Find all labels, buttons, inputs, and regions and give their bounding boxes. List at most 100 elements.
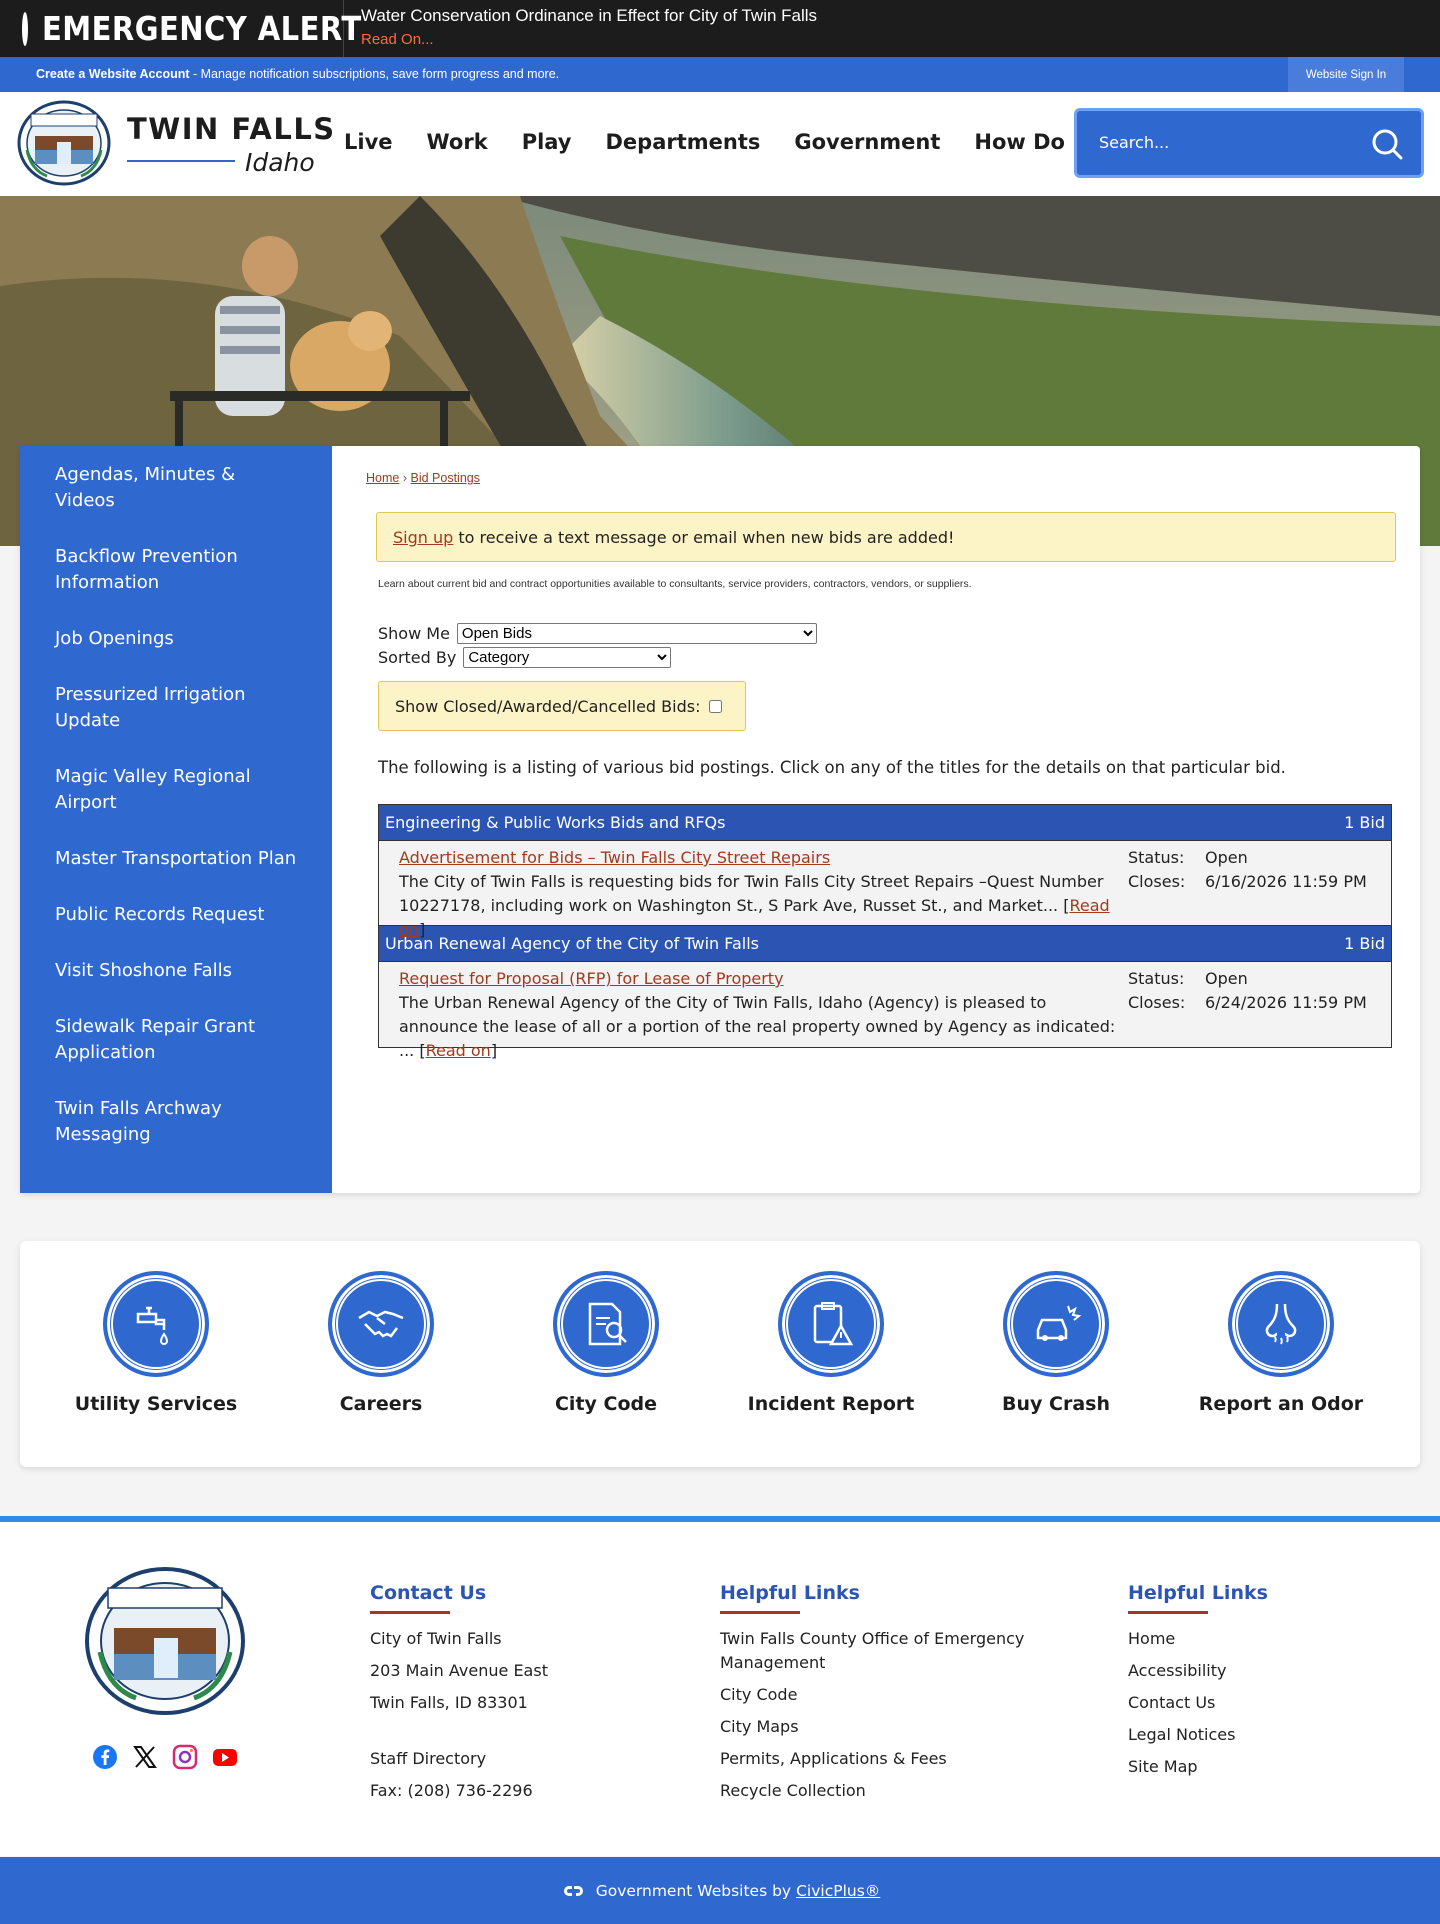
footer-link-accessibility[interactable]: Accessibility bbox=[1128, 1659, 1268, 1683]
footer-link[interactable]: Recycle Collection bbox=[720, 1779, 1060, 1803]
bid-summary-bracket: ] bbox=[490, 1041, 498, 1060]
emergency-alert-bar: EMERGENCY ALERT Water Conservation Ordin… bbox=[0, 0, 1440, 57]
search-icon[interactable] bbox=[1371, 128, 1403, 160]
show-closed-checkbox[interactable] bbox=[709, 699, 723, 713]
show-me-select[interactable]: Open Bids bbox=[456, 623, 817, 644]
sidebar-item-sidewalk-grant[interactable]: Sidewalk Repair Grant Application bbox=[20, 1014, 332, 1066]
bid-title-link[interactable]: Advertisement for Bids – Twin Falls City… bbox=[399, 846, 1129, 870]
brand-underline bbox=[127, 160, 235, 162]
quick-link-label: City Code bbox=[554, 1393, 658, 1415]
sidebar-item-job-openings[interactable]: Job Openings bbox=[20, 626, 332, 652]
signup-notice-text: to receive a text message or email when … bbox=[453, 528, 955, 547]
x-icon[interactable] bbox=[132, 1744, 158, 1770]
show-me-row: Show Me Open Bids bbox=[378, 623, 817, 644]
nav-government[interactable]: Government bbox=[794, 130, 940, 154]
credit-text: Government Websites by bbox=[595, 1881, 792, 1900]
bid-summary-bracket: ] bbox=[418, 920, 426, 939]
nav-departments[interactable]: Departments bbox=[606, 130, 761, 154]
nav-play[interactable]: Play bbox=[522, 130, 572, 154]
quick-link-careers[interactable]: Careers bbox=[271, 1271, 491, 1415]
footer-contact-line: City of Twin Falls bbox=[370, 1629, 502, 1648]
sidebar-item-airport[interactable]: Magic Valley Regional Airport bbox=[20, 764, 332, 816]
sidebar-item-agendas[interactable]: Agendas, Minutes & Videos bbox=[20, 462, 332, 514]
quick-link-buy-crash[interactable]: Buy Crash bbox=[946, 1271, 1166, 1415]
main-content-card: Agendas, Minutes & Videos Backflow Preve… bbox=[20, 446, 1420, 1193]
quick-link-label: Incident Report bbox=[747, 1393, 915, 1415]
quick-link-label: Careers bbox=[339, 1393, 423, 1415]
show-closed-label: Show Closed/Awarded/Cancelled Bids: bbox=[395, 696, 701, 716]
sidebar-item-public-records[interactable]: Public Records Request bbox=[20, 902, 332, 928]
breadcrumb-bid-postings[interactable]: Bid Postings bbox=[410, 471, 479, 485]
sidebar-item-transportation[interactable]: Master Transportation Plan bbox=[20, 846, 332, 872]
quick-link-city-code[interactable]: City Code bbox=[496, 1271, 716, 1415]
brand-wordmark[interactable]: TWIN FALLS Idaho bbox=[127, 112, 336, 177]
site-footer: Contact Us City of Twin Falls 203 Main A… bbox=[0, 1516, 1440, 1856]
social-links bbox=[92, 1744, 252, 1770]
instagram-icon[interactable] bbox=[172, 1744, 198, 1770]
sidebar-item-shoshone-falls[interactable]: Visit Shoshone Falls bbox=[20, 958, 332, 984]
youtube-icon[interactable] bbox=[212, 1744, 238, 1770]
sidebar-item-irrigation[interactable]: Pressurized Irrigation Update bbox=[20, 682, 332, 734]
listing-intro: The following is a listing of various bi… bbox=[378, 758, 1286, 777]
alert-read-on-link[interactable]: Read On... bbox=[361, 31, 434, 48]
account-description: - Manage notification subscriptions, sav… bbox=[189, 67, 560, 81]
show-closed-box: Show Closed/Awarded/Cancelled Bids: bbox=[378, 681, 746, 731]
footer-link-contact-us[interactable]: Contact Us bbox=[1128, 1691, 1268, 1715]
nav-work[interactable]: Work bbox=[427, 130, 488, 154]
bid-summary: The City of Twin Falls is requesting bid… bbox=[399, 870, 1129, 942]
closes-value: 6/16/2026 11:59 PM bbox=[1205, 872, 1367, 891]
footer-heading-rule bbox=[1128, 1611, 1208, 1614]
search-box bbox=[1074, 108, 1424, 178]
quick-link-utility-services[interactable]: Utility Services bbox=[46, 1271, 266, 1415]
civicplus-credit-bar: Government Websites by CivicPlus® bbox=[0, 1857, 1440, 1924]
website-sign-in-button[interactable]: Website Sign In bbox=[1288, 57, 1404, 92]
footer-link[interactable]: Twin Falls County Office of Emergency Ma… bbox=[720, 1627, 1060, 1675]
breadcrumb: Home › Bid Postings bbox=[366, 471, 480, 485]
sidebar-item-backflow[interactable]: Backflow Prevention Information bbox=[20, 544, 332, 596]
footer-fax: Fax: (208) 736-2296 bbox=[370, 1781, 533, 1800]
bid-title-link[interactable]: Request for Proposal (RFP) for Lease of … bbox=[399, 967, 1129, 991]
civicplus-icon bbox=[563, 1885, 583, 1896]
footer-link[interactable]: Permits, Applications & Fees bbox=[720, 1747, 1060, 1771]
sorted-by-label: Sorted By bbox=[378, 648, 457, 667]
create-account-link[interactable]: Create a Website Account bbox=[36, 67, 190, 81]
footer-link[interactable]: City Maps bbox=[720, 1715, 1060, 1739]
alert-title: EMERGENCY ALERT bbox=[42, 9, 362, 48]
bid-summary: The Urban Renewal Agency of the City of … bbox=[399, 991, 1129, 1063]
bid-meta: Status: Open Closes: 6/16/2026 11:59 PM bbox=[1128, 846, 1388, 894]
closes-label: Closes: bbox=[1128, 993, 1186, 1012]
category-header: Engineering & Public Works Bids and RFQs… bbox=[379, 805, 1391, 841]
signup-notice: Sign up to receive a text message or ema… bbox=[376, 512, 1396, 562]
civicplus-link[interactable]: CivicPlus® bbox=[796, 1882, 880, 1900]
bid-summary-text: The Urban Renewal Agency of the City of … bbox=[399, 993, 1116, 1060]
footer-link[interactable]: City Code bbox=[720, 1683, 1060, 1707]
handshake-icon bbox=[358, 1310, 404, 1338]
bid-listing-table: Engineering & Public Works Bids and RFQs… bbox=[378, 804, 1392, 1060]
bid-read-on-link[interactable]: Read on bbox=[426, 1041, 491, 1060]
bid-row: Request for Proposal (RFP) for Lease of … bbox=[379, 962, 1391, 1060]
footer-helpful-links-column: Helpful Links Twin Falls County Office o… bbox=[720, 1582, 1060, 1811]
search-input[interactable] bbox=[1099, 133, 1339, 152]
footer-link-legal-notices[interactable]: Legal Notices bbox=[1128, 1723, 1268, 1747]
sign-up-link[interactable]: Sign up bbox=[393, 528, 453, 547]
account-bar: Create a Website Account - Manage notifi… bbox=[0, 57, 1440, 92]
alert-message[interactable]: Water Conservation Ordinance in Effect f… bbox=[361, 6, 817, 26]
quick-link-label: Utility Services bbox=[74, 1393, 238, 1415]
city-seal-logo[interactable] bbox=[17, 100, 111, 186]
sorted-by-select[interactable]: Category bbox=[463, 647, 672, 668]
sidebar-item-archway[interactable]: Twin Falls Archway Messaging bbox=[20, 1096, 332, 1148]
quick-link-circle bbox=[103, 1271, 209, 1377]
footer-contact-heading[interactable]: Contact Us bbox=[370, 1582, 548, 1604]
quick-link-incident-report[interactable]: Incident Report bbox=[721, 1271, 941, 1415]
quick-link-report-odor[interactable]: Report an Odor bbox=[1171, 1271, 1391, 1415]
footer-staff-directory-link[interactable]: Staff Directory bbox=[370, 1747, 548, 1771]
nose-icon bbox=[1265, 1303, 1297, 1345]
footer-link-home[interactable]: Home bbox=[1128, 1627, 1268, 1651]
quick-link-circle bbox=[328, 1271, 434, 1377]
facebook-icon[interactable] bbox=[92, 1744, 118, 1770]
quick-link-label: Report an Odor bbox=[1198, 1393, 1364, 1415]
nav-live[interactable]: Live bbox=[344, 130, 393, 154]
breadcrumb-home[interactable]: Home bbox=[366, 471, 399, 485]
city-seal-logo[interactable] bbox=[84, 1566, 246, 1716]
footer-link-site-map[interactable]: Site Map bbox=[1128, 1755, 1268, 1779]
